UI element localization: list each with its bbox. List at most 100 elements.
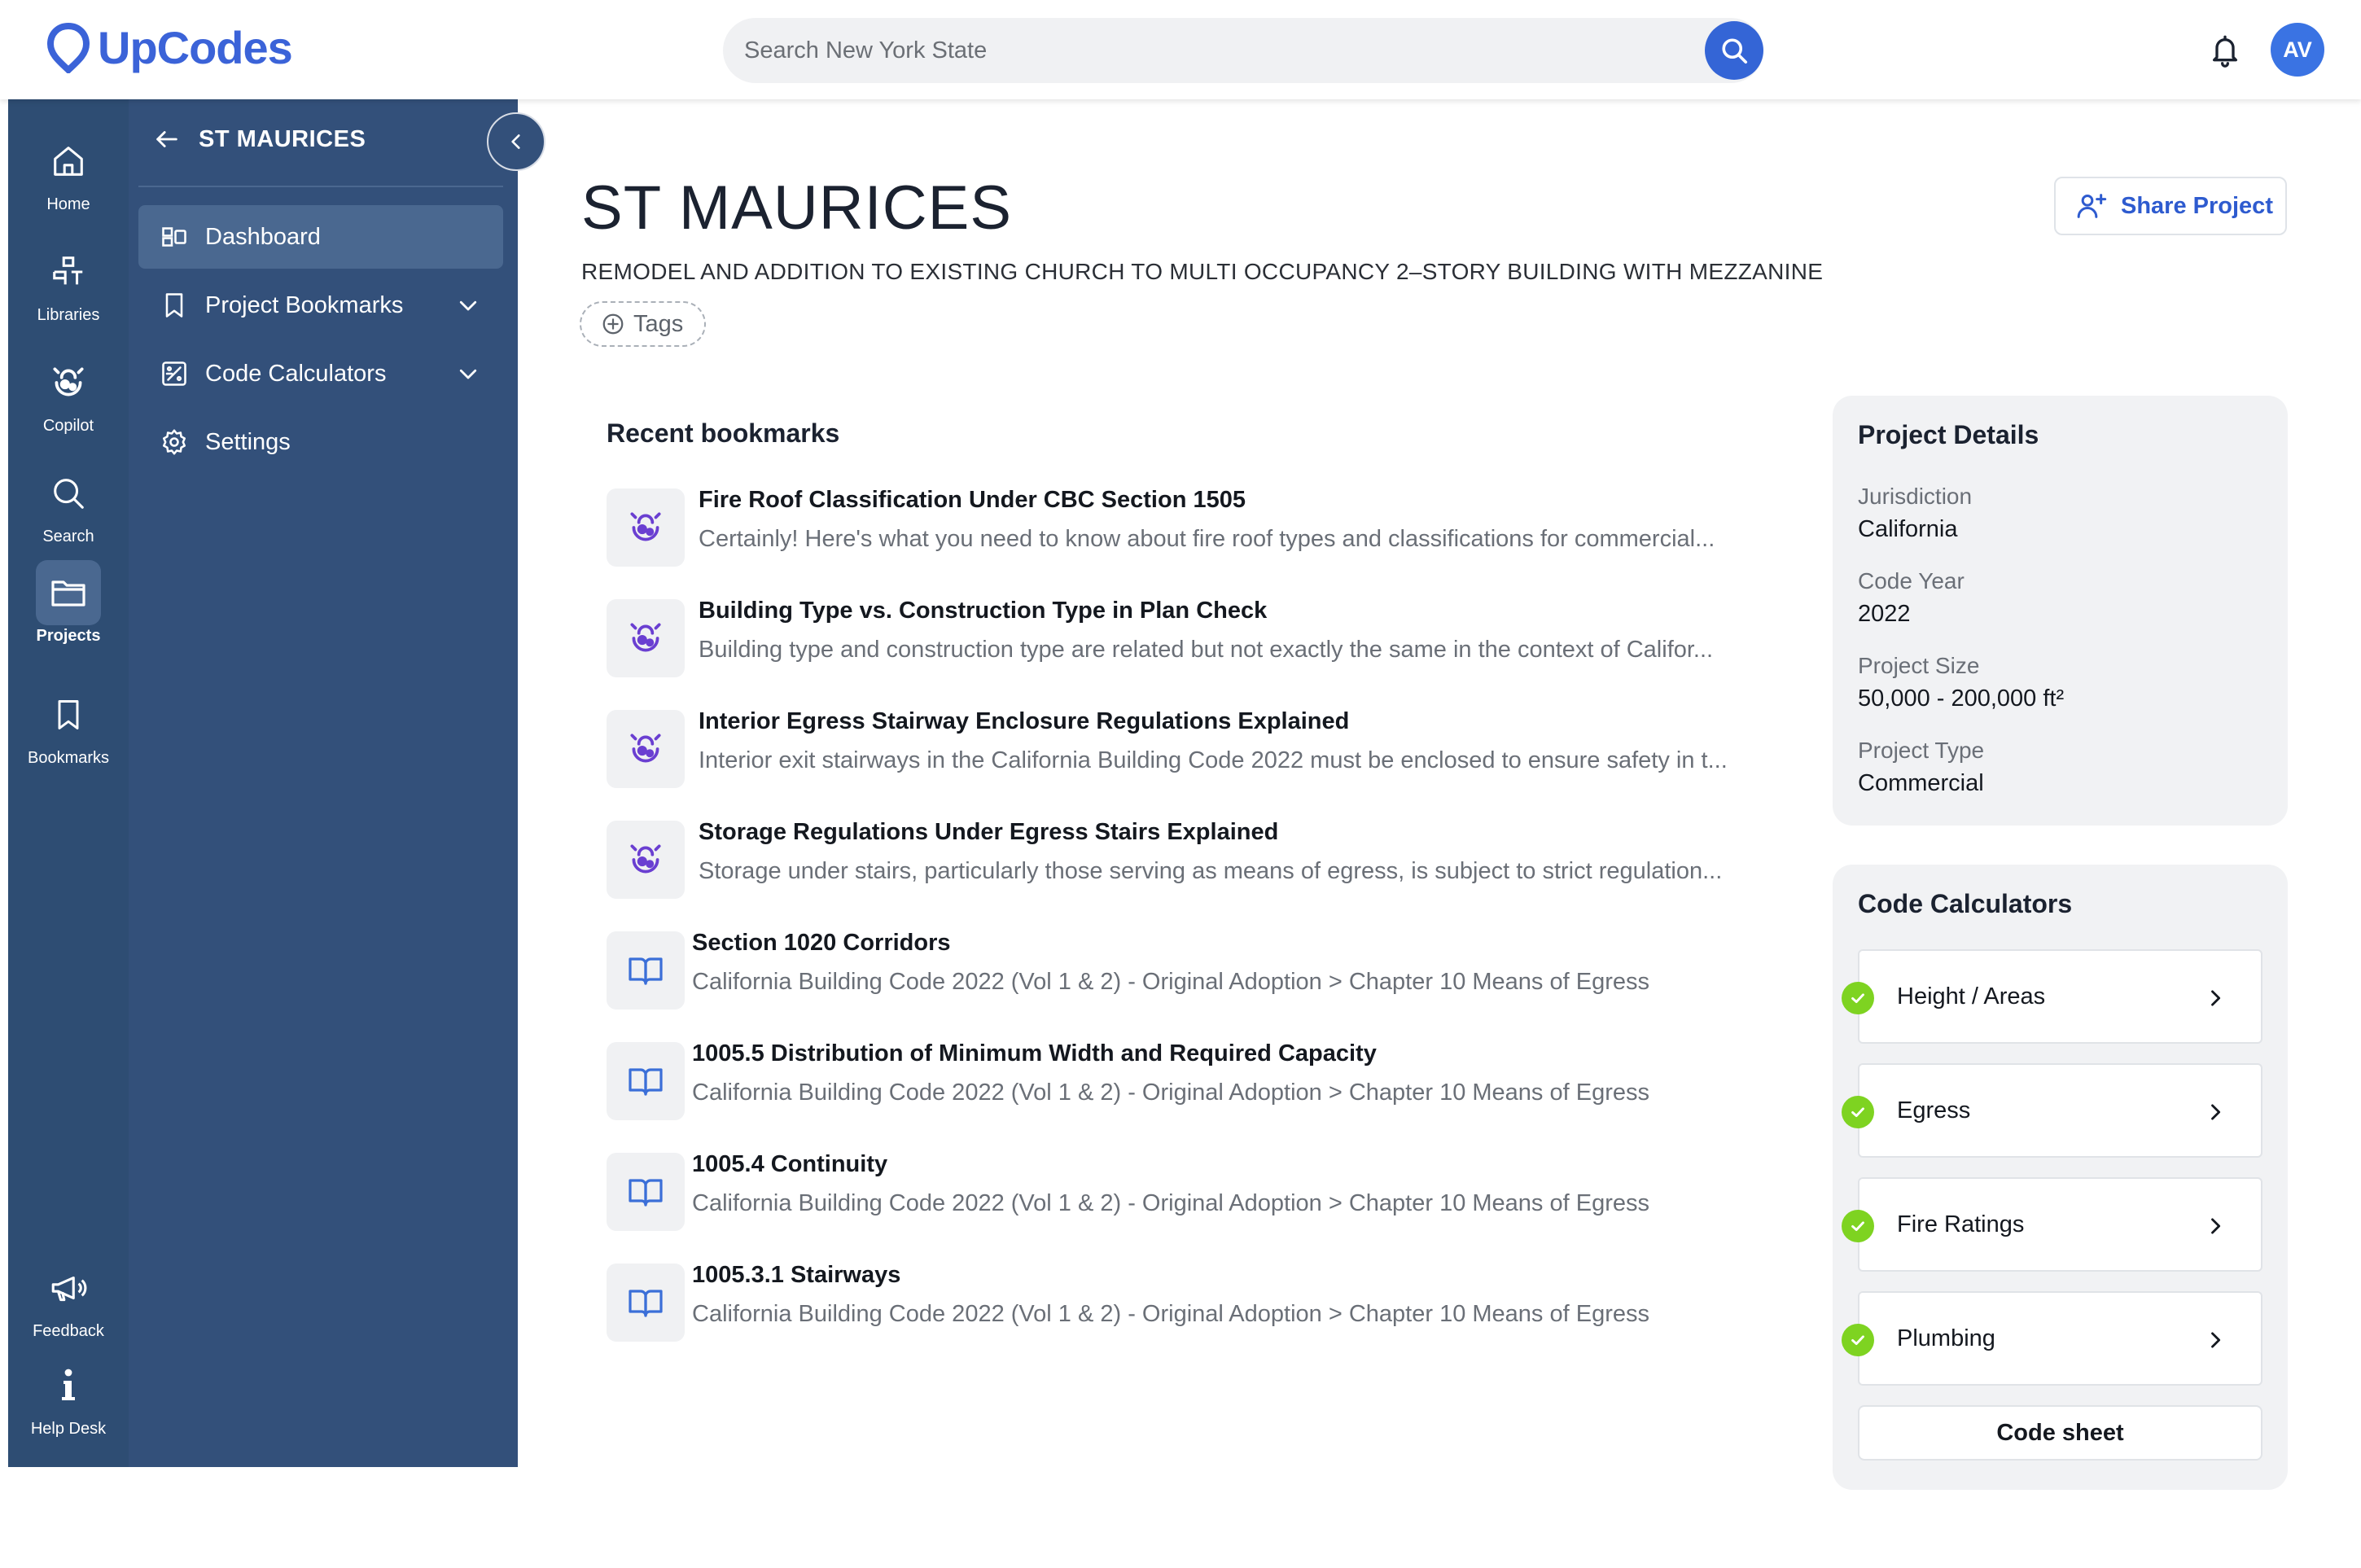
- project-description: REMODEL AND ADDITION TO EXISTING CHURCH …: [581, 259, 1824, 284]
- rail-item-bookmarks[interactable]: Bookmarks: [8, 682, 129, 768]
- top-bar: UpCodes AV: [0, 0, 2361, 99]
- calculator-fire-ratings[interactable]: Fire Ratings: [1842, 1177, 2262, 1272]
- bookmark-item[interactable]: Fire Roof Classification Under CBC Secti…: [607, 487, 1779, 576]
- user-avatar[interactable]: AV: [2271, 23, 2324, 77]
- bookmark-icon: [165, 293, 183, 318]
- calculator-egress[interactable]: Egress: [1842, 1063, 2262, 1158]
- bookmark-breadcrumb: California Building Code 2022 (Vol 1 & 2…: [692, 1190, 1649, 1216]
- rail-item-feedback[interactable]: Feedback: [8, 1255, 129, 1341]
- bookmark-item[interactable]: Storage Regulations Under Egress Stairs …: [607, 819, 1779, 909]
- chevron-down-icon: [459, 369, 477, 379]
- bookmark-title: Building Type vs. Construction Type in P…: [699, 598, 1268, 624]
- nav-label: Project Bookmarks: [205, 291, 404, 318]
- plus-circle-icon: [602, 313, 624, 335]
- recent-bookmarks-heading: Recent bookmarks: [607, 418, 840, 448]
- bookmark-item[interactable]: 1005.5 Distribution of Minimum Width and…: [607, 1040, 1779, 1130]
- primary-rail: Home Libraries Copilot Search Projects B…: [8, 99, 129, 1467]
- rail-item-copilot[interactable]: Copilot: [8, 350, 129, 436]
- book-icon: [607, 1264, 685, 1342]
- calculator-label: Height / Areas: [1897, 983, 2046, 1010]
- bookmark-title: 1005.5 Distribution of Minimum Width and…: [692, 1040, 1377, 1067]
- detail-label: Jurisdiction: [1858, 484, 1973, 509]
- rail-item-help-desk[interactable]: Help Desk: [8, 1353, 129, 1439]
- bookmark-title: 1005.4 Continuity: [692, 1151, 888, 1177]
- upcodes-logo[interactable]: UpCodes: [47, 21, 293, 74]
- collapse-panel-button[interactable]: [487, 112, 545, 171]
- rail-label: Feedback: [33, 1322, 104, 1340]
- megaphone-icon: [36, 1255, 101, 1321]
- brand-name: UpCodes: [98, 22, 293, 73]
- bookmark-title: Fire Roof Classification Under CBC Secti…: [699, 487, 1246, 513]
- nav-label: Dashboard: [205, 223, 321, 250]
- check-icon: [1842, 1096, 1874, 1128]
- libraries-icon: [36, 239, 101, 304]
- card-title: Code Calculators: [1858, 889, 2073, 918]
- folder-icon: [36, 560, 101, 625]
- tags-label: Tags: [633, 310, 684, 337]
- chevron-left-icon: [511, 134, 520, 149]
- rail-item-projects[interactable]: Projects: [8, 560, 129, 646]
- panel-title: ST MAURICES: [199, 125, 366, 152]
- calculator-label: Plumbing: [1897, 1325, 1995, 1351]
- back-to-projects[interactable]: ST MAURICES: [153, 125, 366, 153]
- detail-value: California: [1858, 516, 1958, 542]
- detail-value: 2022: [1858, 601, 1911, 627]
- chevron-down-icon: [459, 300, 477, 311]
- chevron-right-icon: [2211, 990, 2221, 1006]
- share-label: Share Project: [2121, 192, 2273, 219]
- search-button[interactable]: [1705, 21, 1763, 80]
- nav-code-calculators[interactable]: Code Calculators: [138, 342, 503, 405]
- calculator-height-areas[interactable]: Height / Areas: [1842, 949, 2262, 1044]
- bookmark-item[interactable]: Building Type vs. Construction Type in P…: [607, 598, 1779, 687]
- nav-settings[interactable]: Settings: [138, 410, 503, 474]
- nav-label: Settings: [205, 428, 291, 455]
- arrow-left-icon: [156, 131, 177, 147]
- bookmark-item[interactable]: Interior Egress Stairway Enclosure Regul…: [607, 708, 1779, 798]
- check-icon: [1842, 1210, 1874, 1242]
- copilot-icon: [607, 710, 685, 788]
- rail-label: Help Desk: [30, 1420, 107, 1438]
- notifications-button[interactable]: [2209, 33, 2241, 68]
- rail-label: Search: [42, 528, 94, 545]
- chevron-right-icon: [2211, 1332, 2221, 1348]
- bookmark-item[interactable]: 1005.3.1 Stairways California Building C…: [607, 1262, 1779, 1351]
- rail-item-search[interactable]: Search: [8, 461, 129, 546]
- bookmark-snippet: Certainly! Here's what you need to know …: [699, 526, 1715, 552]
- chevron-right-icon: [2211, 1104, 2221, 1120]
- bookmark-title: Storage Regulations Under Egress Stairs …: [699, 819, 1279, 845]
- rail-item-home[interactable]: Home: [8, 129, 129, 214]
- check-icon: [1842, 982, 1874, 1014]
- project-details-card: Project Details Jurisdiction California …: [1833, 396, 2288, 826]
- chevron-right-icon: [2211, 1218, 2221, 1234]
- bookmark-breadcrumb: California Building Code 2022 (Vol 1 & 2…: [692, 969, 1649, 995]
- rail-label: Copilot: [42, 417, 94, 435]
- search-icon: [36, 461, 101, 526]
- bookmark-breadcrumb: California Building Code 2022 (Vol 1 & 2…: [692, 1301, 1649, 1327]
- bookmark-snippet: Building type and construction type are …: [699, 637, 1714, 663]
- nav-dashboard[interactable]: Dashboard: [138, 205, 503, 269]
- detail-label: Project Type: [1858, 738, 1985, 763]
- home-icon: [36, 129, 101, 194]
- rail-item-libraries[interactable]: Libraries: [8, 239, 129, 325]
- detail-label: Project Size: [1858, 653, 1980, 678]
- card-title: Project Details: [1858, 420, 2039, 449]
- add-tags-button[interactable]: Tags: [580, 301, 707, 347]
- search-input[interactable]: [744, 18, 1680, 83]
- detail-value: Commercial: [1858, 770, 1984, 796]
- bookmark-item[interactable]: Section 1020 Corridors California Buildi…: [607, 930, 1779, 1019]
- rail-label: Projects: [36, 627, 101, 645]
- calculator-plumbing[interactable]: Plumbing: [1842, 1291, 2262, 1386]
- check-icon: [1842, 1324, 1874, 1356]
- bell-icon: [2213, 35, 2237, 68]
- bookmark-title: Section 1020 Corridors: [692, 930, 951, 956]
- calculator-label: Fire Ratings: [1897, 1211, 2025, 1237]
- code-sheet-button[interactable]: Code sheet: [1858, 1405, 2262, 1461]
- copilot-icon: [607, 821, 685, 899]
- add-user-icon: [2077, 194, 2107, 218]
- bookmark-item[interactable]: 1005.4 Continuity California Building Co…: [607, 1151, 1779, 1241]
- calculator-icon: [162, 361, 186, 386]
- nav-project-bookmarks[interactable]: Project Bookmarks: [138, 274, 503, 337]
- share-project-button[interactable]: Share Project: [2054, 177, 2287, 235]
- code-calculators-card: Code Calculators Height / Areas Egress F…: [1833, 865, 2288, 1490]
- search-icon: [1722, 38, 1748, 64]
